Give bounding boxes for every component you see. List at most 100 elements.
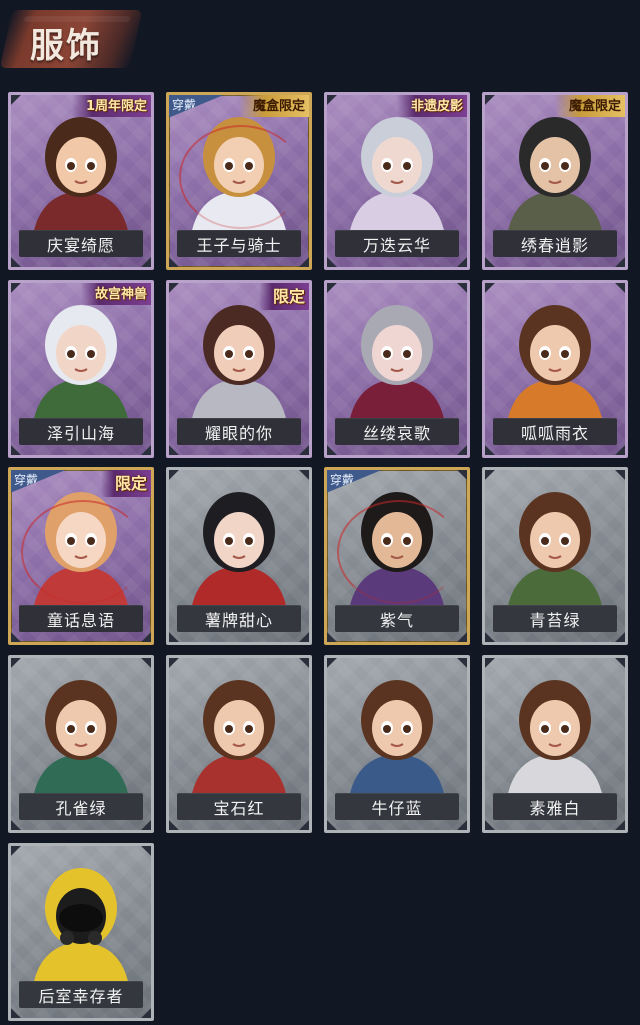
costume-name: 绣春逍影 <box>493 230 617 257</box>
character-portrait <box>349 680 445 798</box>
header: 服饰 <box>0 0 640 80</box>
pupil-right <box>245 537 253 545</box>
pupil-left <box>383 725 391 733</box>
pupil-left <box>541 725 549 733</box>
pupil-right <box>403 725 411 733</box>
costume-name: 丝缕哀歌 <box>335 418 459 445</box>
face-shape <box>372 137 422 193</box>
character-portrait <box>191 680 287 798</box>
pupil-right <box>87 162 95 170</box>
pupil-left <box>225 725 233 733</box>
costume-card[interactable]: 牛仔蓝 <box>324 655 470 833</box>
limited-tag: 非遗皮影 <box>396 95 467 117</box>
mask-filter-left <box>60 931 74 945</box>
costume-name: 童话息语 <box>19 605 143 632</box>
limited-tag: 1周年限定 <box>71 95 151 117</box>
costume-name: 王子与骑士 <box>177 230 301 257</box>
pupil-right <box>245 350 253 358</box>
pupil-right <box>87 350 95 358</box>
costume-card[interactable]: 穿戴 限定 童话息语 <box>8 467 154 645</box>
equipped-highlight-arc <box>337 500 461 604</box>
costume-name: 泽引山海 <box>19 418 143 445</box>
character-portrait <box>33 868 129 986</box>
face-shape <box>530 325 580 381</box>
costume-card[interactable]: 孔雀绿 <box>8 655 154 833</box>
face-shape <box>530 137 580 193</box>
outfit-shape <box>349 191 445 235</box>
character-portrait <box>507 305 603 423</box>
character-portrait <box>191 492 287 610</box>
face-shape <box>372 700 422 756</box>
costume-card[interactable]: 青苔绿 <box>482 467 628 645</box>
costume-name: 庆宴绮愿 <box>19 230 143 257</box>
pupil-left <box>541 162 549 170</box>
outfit-shape <box>507 754 603 798</box>
character-portrait <box>33 680 129 798</box>
costume-card[interactable]: 呱呱雨衣 <box>482 280 628 458</box>
costume-card[interactable]: 1周年限定庆宴绮愿 <box>8 92 154 270</box>
costume-card[interactable]: 薯牌甜心 <box>166 467 312 645</box>
costume-name: 薯牌甜心 <box>177 605 301 632</box>
limited-tag: 限定 <box>258 283 309 310</box>
pupil-right <box>87 725 95 733</box>
pupil-right <box>561 537 569 545</box>
pupil-left <box>383 350 391 358</box>
face-shape <box>214 325 264 381</box>
costume-name: 孔雀绿 <box>19 793 143 820</box>
pupil-right <box>403 162 411 170</box>
limited-tag: 故宫神兽 <box>80 283 151 305</box>
limited-tag: 魔盒限定 <box>238 95 309 117</box>
page-title: 服饰 <box>30 26 102 66</box>
pupil-right <box>561 725 569 733</box>
outfit-shape <box>507 191 603 235</box>
costume-name: 呱呱雨衣 <box>493 418 617 445</box>
face-shape <box>214 700 264 756</box>
outfit-shape <box>349 754 445 798</box>
equipped-highlight-arc <box>179 125 303 229</box>
costume-card[interactable]: 穿戴 紫气 <box>324 467 470 645</box>
character-portrait <box>507 492 603 610</box>
face-shape <box>214 512 264 568</box>
face-shape <box>56 137 106 193</box>
costume-card[interactable]: 故宫神兽泽引山海 <box>8 280 154 458</box>
character-portrait <box>507 680 603 798</box>
costume-card[interactable]: 丝缕哀歌 <box>324 280 470 458</box>
costume-name: 素雅白 <box>493 793 617 820</box>
limited-tag: 限定 <box>100 470 151 497</box>
pupil-left <box>541 350 549 358</box>
face-shape <box>530 700 580 756</box>
costume-name: 青苔绿 <box>493 605 617 632</box>
pupil-left <box>225 537 233 545</box>
outfit-shape <box>191 754 287 798</box>
limited-tag: 魔盒限定 <box>554 95 625 117</box>
pupil-left <box>225 350 233 358</box>
costume-card[interactable]: 穿戴 魔盒限定 王子与骑士 <box>166 92 312 270</box>
outfit-shape <box>33 942 129 986</box>
outfit-shape <box>191 566 287 610</box>
mask-visor <box>59 904 103 932</box>
face-shape <box>530 512 580 568</box>
pupil-right <box>561 350 569 358</box>
face-shape <box>56 700 106 756</box>
pupil-right <box>561 162 569 170</box>
costume-card[interactable]: 宝石红 <box>166 655 312 833</box>
outfit-shape <box>349 379 445 423</box>
outfit-shape <box>33 379 129 423</box>
mask-filter-right <box>88 931 102 945</box>
costume-name: 耀眼的你 <box>177 418 301 445</box>
costume-name: 紫气 <box>335 605 459 632</box>
outfit-shape <box>507 566 603 610</box>
costume-card[interactable]: 后室幸存者 <box>8 843 154 1021</box>
costume-name: 牛仔蓝 <box>335 793 459 820</box>
costume-card[interactable]: 限定耀眼的你 <box>166 280 312 458</box>
outfit-shape <box>33 754 129 798</box>
outfit-shape <box>33 191 129 235</box>
costume-card[interactable]: 魔盒限定绣春逍影 <box>482 92 628 270</box>
pupil-right <box>245 725 253 733</box>
costume-card[interactable]: 非遗皮影 万迭云华 <box>324 92 470 270</box>
face-shape <box>372 325 422 381</box>
costume-card[interactable]: 素雅白 <box>482 655 628 833</box>
character-portrait <box>349 305 445 423</box>
pupil-left <box>383 162 391 170</box>
equipped-highlight-arc <box>21 500 145 604</box>
